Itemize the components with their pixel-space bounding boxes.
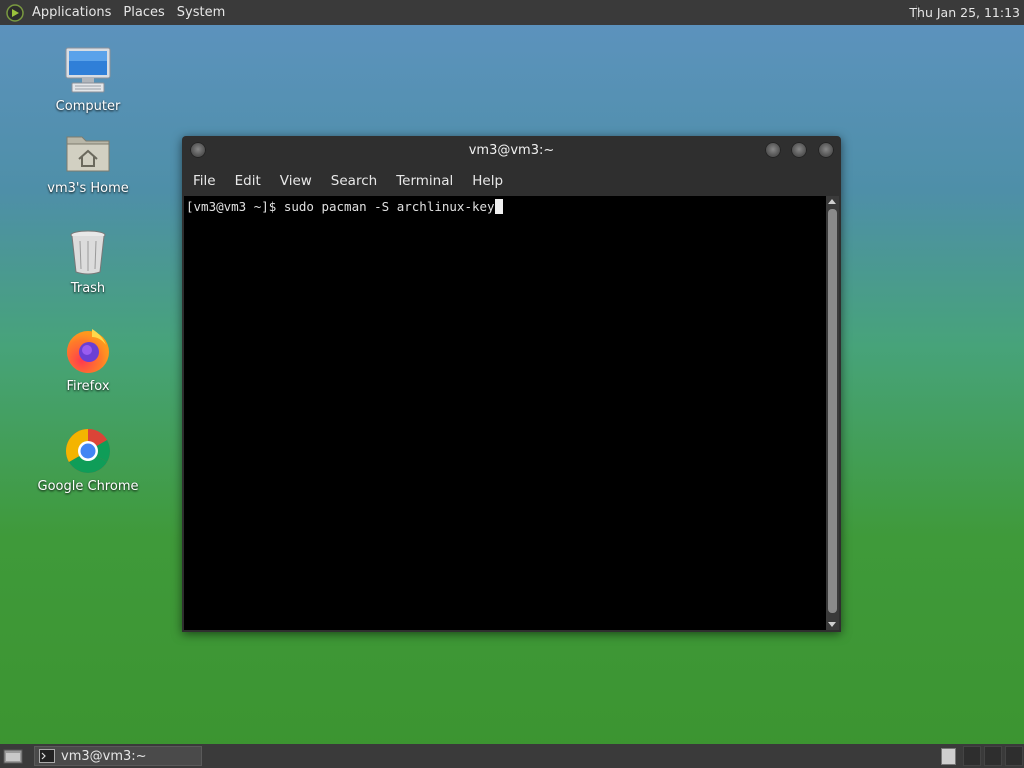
menu-help[interactable]: Help: [461, 173, 511, 189]
close-button[interactable]: [818, 142, 834, 158]
desktop-icon-label: vm3's Home: [47, 181, 129, 196]
desktop-icon-label: Trash: [70, 281, 106, 296]
minimize-button[interactable]: [765, 142, 781, 158]
desktop-icon-home[interactable]: vm3's Home: [28, 127, 148, 196]
menu-search[interactable]: Search: [320, 173, 385, 189]
firefox-icon: [62, 325, 114, 377]
desktop-icon-firefox[interactable]: Firefox: [28, 325, 148, 394]
show-desktop-icon[interactable]: [3, 748, 23, 768]
desktop-icon-computer[interactable]: Computer: [28, 45, 148, 114]
desktop-icon-label: Firefox: [66, 379, 110, 394]
typed-command: sudo pacman -S archlinux-key: [283, 199, 495, 214]
shell-prompt: [vm3@vm3 ~]$: [186, 199, 284, 214]
desktop-icon-label: Google Chrome: [37, 479, 139, 494]
menu-terminal[interactable]: Terminal: [385, 173, 461, 189]
menu-edit[interactable]: Edit: [224, 173, 269, 189]
workspace-1[interactable]: [941, 748, 956, 765]
terminal-output[interactable]: [vm3@vm3 ~]$ sudo pacman -S archlinux-ke…: [184, 196, 826, 630]
system-menu[interactable]: System: [171, 0, 231, 25]
taskbar-item-label: vm3@vm3:~: [61, 748, 147, 764]
workspace-4[interactable]: [1005, 746, 1023, 766]
terminal-icon: [39, 749, 55, 763]
top-menu: Applications Places System: [26, 0, 231, 25]
menu-view[interactable]: View: [269, 173, 320, 189]
maximize-button[interactable]: [791, 142, 807, 158]
desktop-icon-label: Computer: [55, 99, 121, 114]
chrome-icon: [62, 425, 114, 477]
top-panel: Applications Places System Thu Jan 25, 1…: [0, 0, 1024, 25]
desktop-icon-chrome[interactable]: Google Chrome: [28, 425, 148, 494]
text-cursor: [494, 199, 503, 214]
workspace-2[interactable]: [963, 746, 981, 766]
home-folder-icon: [62, 127, 114, 179]
workspace-3[interactable]: [984, 746, 1002, 766]
terminal-window[interactable]: vm3@vm3:~ File Edit View Search Terminal…: [182, 136, 841, 632]
terminal-menubar: File Edit View Search Terminal Help: [182, 166, 841, 196]
taskbar-item-terminal[interactable]: vm3@vm3:~: [34, 746, 202, 766]
scroll-down-arrow-icon[interactable]: [828, 622, 836, 627]
distro-logo-icon[interactable]: [4, 2, 26, 24]
bottom-panel: vm3@vm3:~: [0, 744, 1024, 768]
terminal-scrollbar[interactable]: [826, 196, 839, 630]
clock[interactable]: Thu Jan 25, 11:13: [909, 0, 1020, 25]
places-menu[interactable]: Places: [117, 0, 170, 25]
applications-menu[interactable]: Applications: [26, 0, 117, 25]
window-title: vm3@vm3:~: [468, 143, 555, 158]
trash-icon: [62, 227, 114, 279]
menu-file[interactable]: File: [182, 173, 224, 189]
scroll-up-arrow-icon[interactable]: [828, 199, 836, 204]
window-menu-button[interactable]: [190, 142, 206, 158]
computer-icon: [62, 45, 114, 97]
desktop-icon-trash[interactable]: Trash: [28, 227, 148, 296]
scrollbar-thumb[interactable]: [828, 209, 837, 613]
window-titlebar[interactable]: vm3@vm3:~: [182, 136, 841, 166]
